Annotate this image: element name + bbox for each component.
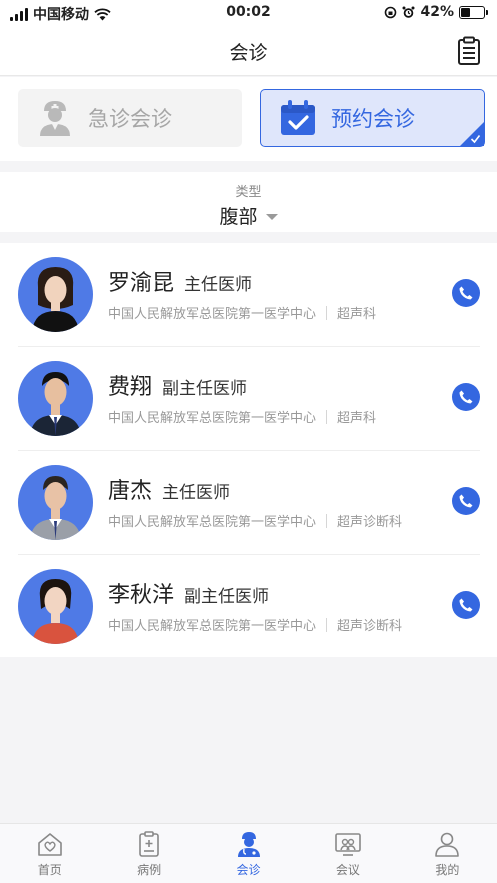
doctor-name: 李秋洋 <box>108 583 175 608</box>
meeting-icon <box>335 833 361 856</box>
call-button[interactable] <box>452 487 480 515</box>
doctor-header: 费翔 副主任医师 <box>108 369 247 401</box>
doctor-department: 超声诊断科 <box>337 515 403 530</box>
phone-icon <box>459 598 473 612</box>
calendar-check-icon <box>281 100 315 135</box>
meta-divider <box>326 513 328 528</box>
clipboard-icon <box>458 36 480 65</box>
type-filter-dropdown[interactable]: 腹部 <box>219 202 278 229</box>
meta-divider <box>326 305 328 320</box>
appointment-consultation-label: 预约会诊 <box>331 107 415 131</box>
records-button[interactable] <box>455 36 483 66</box>
doctor-list-item[interactable]: 李秋洋 副主任医师 中国人民解放军总医院第一医学中心 超声诊断科 <box>18 555 480 659</box>
orientation-lock-icon <box>385 6 397 18</box>
tab-profile[interactable]: 我的 <box>398 824 497 883</box>
avatar <box>18 569 93 644</box>
meta-divider <box>326 617 328 632</box>
call-button[interactable] <box>452 383 480 411</box>
phone-icon <box>459 390 473 404</box>
doctor-department: 超声科 <box>337 411 377 426</box>
status-bar: 中国移动 00:02 42% <box>0 0 497 26</box>
doctor-meta: 中国人民解放军总医院第一医学中心 超声诊断科 <box>108 615 402 634</box>
tab-bar: 首页 病例 会诊 会议 我的 <box>0 823 497 883</box>
tab-meetings[interactable]: 会议 <box>298 824 397 883</box>
caret-down-icon <box>265 213 278 220</box>
doctor-list: 罗渝昆 主任医师 中国人民解放军总医院第一医学中心 超声科 费翔 副主任医师 中… <box>0 243 497 657</box>
avatar <box>18 465 93 540</box>
battery-percent: 42% <box>420 4 454 20</box>
alarm-icon <box>402 6 415 18</box>
doctor-name: 唐杰 <box>108 479 153 504</box>
nav-bar: 会诊 <box>0 26 497 76</box>
battery-fill <box>461 7 471 17</box>
doctor-icon <box>40 101 70 136</box>
tab-consultation[interactable]: 会诊 <box>199 824 298 883</box>
meta-divider <box>326 409 328 424</box>
doctor-header: 罗渝昆 主任医师 <box>108 265 252 297</box>
status-right: 42% <box>384 4 488 20</box>
home-icon <box>37 833 62 856</box>
battery-icon <box>459 5 488 19</box>
page-title: 会诊 <box>229 42 268 64</box>
doctor-meta: 中国人民解放军总医院第一医学中心 超声科 <box>108 303 376 322</box>
tab-profile-label: 我的 <box>435 863 460 877</box>
tab-consultation-label: 会诊 <box>236 863 261 877</box>
tab-home[interactable]: 首页 <box>0 824 99 883</box>
doctor-title: 副主任医师 <box>184 587 270 607</box>
tab-home-label: 首页 <box>37 863 62 877</box>
avatar <box>18 361 93 436</box>
check-icon <box>470 135 481 144</box>
doctor-hospital: 中国人民解放军总医院第一医学中心 <box>108 307 317 322</box>
emergency-consultation-label: 急诊会诊 <box>88 107 172 131</box>
doctor-meta: 中国人民解放军总医院第一医学中心 超声科 <box>108 407 376 426</box>
doctor-header: 李秋洋 副主任医师 <box>108 577 269 609</box>
doctor-hospital: 中国人民解放军总医院第一医学中心 <box>108 515 317 530</box>
tab-cases-label: 病例 <box>137 863 162 877</box>
call-button[interactable] <box>452 279 480 307</box>
phone-icon <box>459 286 473 300</box>
call-button[interactable] <box>452 591 480 619</box>
emergency-consultation-button[interactable]: 急诊会诊 <box>18 89 242 147</box>
type-filter-value: 腹部 <box>219 206 258 228</box>
doctor-hospital: 中国人民解放军总医院第一医学中心 <box>108 411 317 426</box>
doctor-hospital: 中国人民解放军总医院第一医学中心 <box>108 619 317 634</box>
doctor-meta: 中国人民解放军总医院第一医学中心 超声诊断科 <box>108 511 402 530</box>
consultation-mode-switch: 急诊会诊 预约会诊 <box>0 77 497 161</box>
doctor-name: 费翔 <box>108 375 153 400</box>
doctor-list-item[interactable]: 唐杰 主任医师 中国人民解放军总医院第一医学中心 超声诊断科 <box>18 451 480 555</box>
doctor-title: 主任医师 <box>162 483 231 503</box>
doctor-title: 主任医师 <box>184 275 253 295</box>
type-filter-label: 类型 <box>235 185 262 200</box>
tab-cases[interactable]: 病例 <box>99 824 198 883</box>
doctor-department: 超声科 <box>337 307 377 322</box>
consultation-icon <box>237 832 260 857</box>
doctor-department: 超声诊断科 <box>337 619 403 634</box>
case-icon <box>139 831 159 857</box>
doctor-title: 副主任医师 <box>162 379 248 399</box>
doctor-header: 唐杰 主任医师 <box>108 473 230 505</box>
doctor-list-item[interactable]: 费翔 副主任医师 中国人民解放军总医院第一医学中心 超声科 <box>18 347 480 451</box>
doctor-list-item[interactable]: 罗渝昆 主任医师 中国人民解放军总医院第一医学中心 超声科 <box>18 243 480 347</box>
type-filter[interactable]: 类型 腹部 <box>0 172 497 232</box>
avatar <box>18 257 93 332</box>
appointment-consultation-button[interactable]: 预约会诊 <box>260 89 485 147</box>
phone-icon <box>459 494 473 508</box>
doctor-name: 罗渝昆 <box>108 271 175 296</box>
tab-meetings-label: 会议 <box>335 863 360 877</box>
profile-icon <box>435 832 460 857</box>
